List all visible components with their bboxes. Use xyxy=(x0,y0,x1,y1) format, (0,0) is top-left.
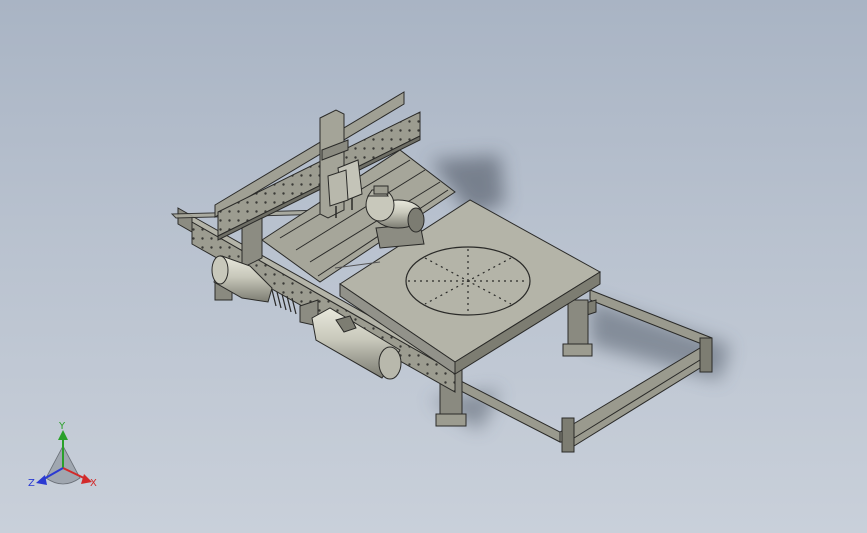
z-axis-label: Z xyxy=(28,478,35,489)
y-axis-label: Y xyxy=(58,421,66,432)
axis-triad: Y X Z xyxy=(28,421,97,489)
cad-viewport[interactable]: Y X Z xyxy=(0,0,867,533)
x-axis-label: X xyxy=(90,478,97,489)
cad-model-view[interactable]: Y X Z xyxy=(0,0,867,533)
